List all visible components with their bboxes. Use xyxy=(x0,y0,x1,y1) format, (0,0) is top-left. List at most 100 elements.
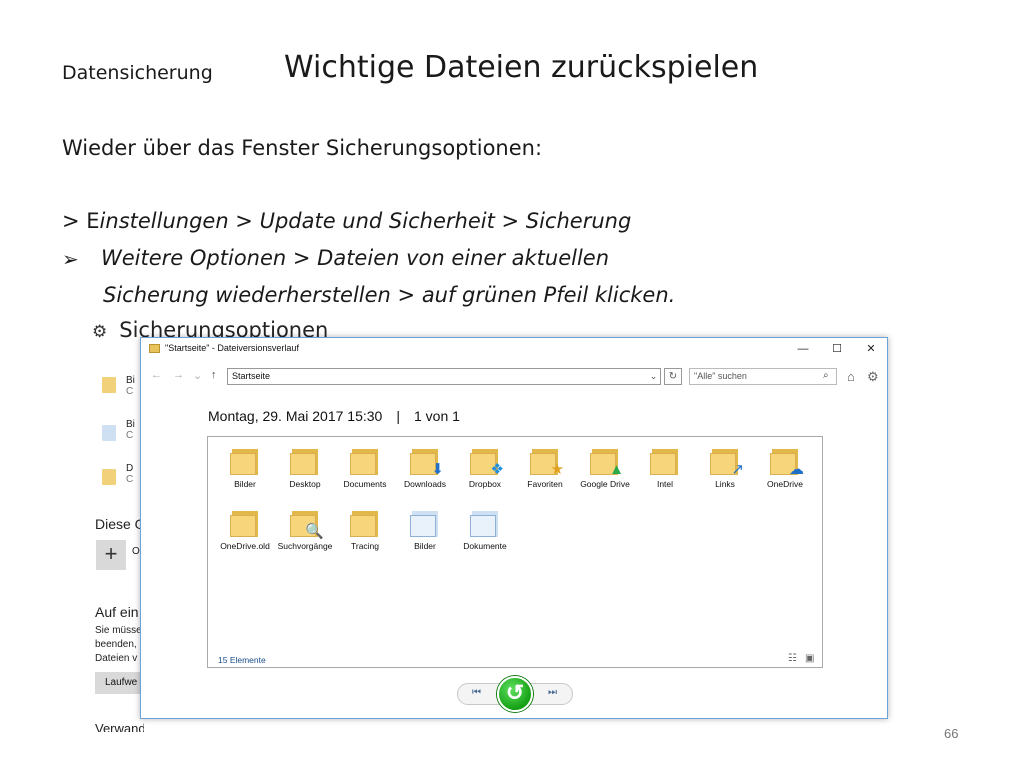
up-arrow-icon[interactable]: ↑ xyxy=(211,369,217,381)
file-item[interactable]: ❖ Dropbox xyxy=(456,447,514,489)
previous-version-button[interactable]: ⏮ xyxy=(472,687,481,698)
backup-folder-row-1[interactable]: Bi C xyxy=(126,375,135,397)
large-icons-view-icon[interactable]: ▣ xyxy=(805,653,814,664)
forward-arrow-icon[interactable]: → xyxy=(173,369,184,381)
file-item[interactable]: Bilder xyxy=(216,447,274,489)
description-line-3: Dateien v xyxy=(95,653,138,664)
next-version-button[interactable]: ⏭ xyxy=(548,687,557,698)
backup-folder-title: Bi xyxy=(126,375,135,386)
add-folder-button[interactable]: + xyxy=(96,540,126,570)
file-item-label: Documents xyxy=(343,479,387,489)
file-item-label: Intel xyxy=(656,479,674,489)
searches-badge-icon: 🔍 xyxy=(305,523,324,540)
backup-folder-path: C xyxy=(126,430,134,441)
backup-date: Montag, 29. Mai 2017 15:30 xyxy=(208,408,383,424)
file-item-label: Desktop xyxy=(289,479,321,489)
settings-gear-icon: ⚙ xyxy=(92,322,108,342)
folder-icon xyxy=(350,509,380,537)
drive-button[interactable]: Laufwe xyxy=(95,672,144,694)
file-item[interactable]: ☁ OneDrive xyxy=(756,447,814,489)
backup-folder-row-3[interactable]: D C xyxy=(126,463,133,485)
file-item-label: OneDrive.old xyxy=(220,541,270,551)
backup-folder-path: C xyxy=(126,474,134,485)
address-bar[interactable]: Startseite xyxy=(227,368,661,385)
details-view-icon[interactable]: ☷ xyxy=(788,653,797,664)
google-drive-folder-icon: ▲ xyxy=(590,447,624,477)
file-list: 15 Elemente ☷ ▣ Bilder Desktop Documents ⬇ D… xyxy=(207,436,823,668)
file-item[interactable]: Bilder xyxy=(396,509,454,551)
favorites-badge-icon: ★ xyxy=(550,461,564,478)
searches-folder-icon: 🔍 xyxy=(290,509,324,539)
file-item[interactable]: 🔍 Suchvorgänge xyxy=(276,509,334,551)
slide-text-line-4: Sicherung wiederherstellen > auf grünen … xyxy=(103,283,676,307)
file-item[interactable]: Tracing xyxy=(336,509,394,551)
other-drive-label: Auf ein xyxy=(95,604,139,620)
slide-text-line-2: > Einstellungen > Update und Sicherheit … xyxy=(62,209,631,233)
file-item-label: Dropbox xyxy=(468,479,502,489)
bullet-arrow-icon: ➢ xyxy=(62,249,79,271)
restore-button[interactable]: ↺ xyxy=(497,676,533,712)
backup-folder-row-2[interactable]: Bi C xyxy=(126,419,135,441)
minimize-button[interactable]: — xyxy=(793,340,813,358)
pictures-library-icon xyxy=(410,509,440,537)
version-separator: | xyxy=(396,408,400,424)
documents-folder-icon xyxy=(350,447,380,475)
documents-library-icon xyxy=(470,509,500,537)
onedrive-badge-icon: ☁ xyxy=(789,461,804,478)
folder-icon xyxy=(230,509,260,537)
file-item-label: Tracing xyxy=(350,541,380,551)
item-count: 15 Elemente xyxy=(218,655,266,665)
file-item[interactable]: ▲ Google Drive xyxy=(576,447,634,489)
file-item[interactable]: ★ Favoriten xyxy=(516,447,574,489)
file-item[interactable]: Intel xyxy=(636,447,694,489)
settings-gear-icon[interactable]: ⚙ xyxy=(867,369,879,385)
home-icon[interactable]: ⌂ xyxy=(847,369,855,384)
slide-text-line-3: Weitere Optionen > Dateien von einer akt… xyxy=(101,246,610,270)
file-item[interactable]: Desktop xyxy=(276,447,334,489)
file-item-label: Favoriten xyxy=(527,479,563,489)
onedrive-folder-icon: ☁ xyxy=(770,447,804,477)
back-arrow-icon[interactable]: ← xyxy=(151,369,162,381)
file-history-app-icon xyxy=(149,344,160,353)
downloads-badge-icon: ⬇ xyxy=(431,461,444,478)
downloads-folder-icon: ⬇ xyxy=(410,447,444,477)
slide-text-line-1: Wieder über das Fenster Sicherungsoption… xyxy=(62,136,543,160)
refresh-button[interactable]: ↻ xyxy=(664,368,682,385)
favorites-folder-icon: ★ xyxy=(530,447,564,477)
file-item-label: OneDrive xyxy=(767,479,803,489)
navigation-bar: ← → ⌄ ↑ Startseite ⌄ ↻ "Alle" suchen ⌕ ⌂… xyxy=(141,366,887,388)
close-button[interactable]: ✕ xyxy=(861,340,881,358)
file-item-label: Suchvorgänge xyxy=(277,541,333,551)
pictures-folder-icon xyxy=(102,425,116,441)
backup-folder-path: C xyxy=(126,386,134,397)
file-item[interactable]: ↗ Links xyxy=(696,447,754,489)
file-item[interactable]: ⬇ Downloads xyxy=(396,447,454,489)
search-icon[interactable]: ⌕ xyxy=(823,370,829,381)
file-history-window: "Startseite" - Dateiversionsverlauf — ☐ … xyxy=(140,337,888,719)
slide-text-line-2-prefix: > E xyxy=(62,209,100,233)
maximize-button[interactable]: ☐ xyxy=(827,340,847,358)
search-input[interactable]: "Alle" suchen xyxy=(689,368,837,385)
file-item-label: Downloads xyxy=(403,479,447,489)
backup-options-panel: Bi C Bi C D C Diese O + O Auf ein Sie mü… xyxy=(94,340,144,732)
recent-locations-icon[interactable]: ⌄ xyxy=(193,369,202,382)
dropbox-badge-icon: ❖ xyxy=(490,461,504,478)
version-info: Montag, 29. Mai 2017 15:30 | 1 von 1 xyxy=(208,408,460,424)
related-settings-label: Verwandte Einstellungen xyxy=(95,721,144,733)
file-item[interactable]: Dokumente xyxy=(456,509,514,551)
dropbox-folder-icon: ❖ xyxy=(470,447,504,477)
description-line-1: Sie müsse xyxy=(95,625,142,636)
version-counter: 1 von 1 xyxy=(413,408,460,424)
folder-icon xyxy=(102,469,116,485)
file-item-label: Links xyxy=(715,479,735,489)
backup-folder-title: D xyxy=(126,463,134,474)
slide-title: Wichtige Dateien zurückspielen xyxy=(284,50,759,85)
address-dropdown-icon[interactable]: ⌄ xyxy=(646,368,661,385)
file-item[interactable]: OneDrive.old xyxy=(216,509,274,551)
file-item[interactable]: Documents xyxy=(336,447,394,489)
window-title: "Startseite" - Dateiversionsverlauf xyxy=(165,343,299,353)
folder-icon xyxy=(650,447,680,475)
slide-text-line-2-path: instellungen > Update und Sicherheit > S… xyxy=(99,209,632,233)
page-number: 66 xyxy=(944,726,959,741)
window-titlebar[interactable]: "Startseite" - Dateiversionsverlauf — ☐ … xyxy=(141,338,887,360)
